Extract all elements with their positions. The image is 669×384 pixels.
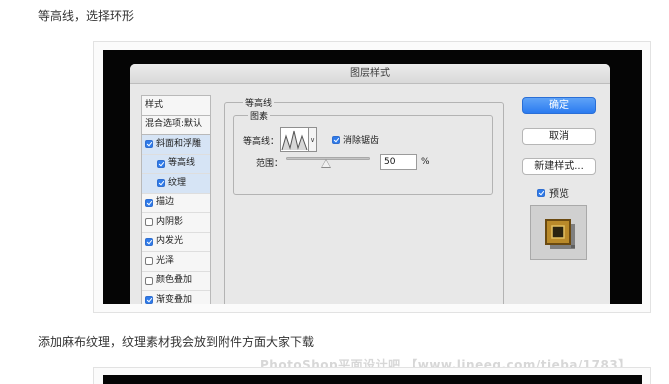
elements-subgroup — [233, 115, 493, 195]
style-checkbox[interactable] — [145, 257, 153, 266]
antialias-checkbox[interactable]: 消除锯齿 — [332, 133, 379, 146]
contour-group-title: 等高线 — [243, 96, 275, 109]
antialias-label: 消除锯齿 — [343, 136, 380, 146]
style-item[interactable]: 描边 — [142, 194, 210, 213]
range-slider-thumb-fill[interactable] — [322, 160, 330, 167]
style-item[interactable]: 渐变叠加 — [142, 291, 210, 304]
ok-button[interactable]: 确定 — [522, 97, 596, 114]
style-item[interactable]: 等高线 — [142, 154, 210, 174]
screenshot: 图层样式 样式 混合选项:默认 斜面和浮雕 等高线 纹理 描边 内阴影 内发光 光泽 颜色叠加 渐变… — [103, 50, 642, 304]
style-checkbox[interactable] — [145, 218, 153, 227]
style-checkbox[interactable] — [145, 198, 153, 207]
preview-check-icon[interactable] — [537, 188, 545, 197]
style-checkbox[interactable] — [157, 159, 165, 168]
style-checkbox[interactable] — [145, 140, 153, 149]
elements-subgroup-title: 图素 — [248, 109, 271, 122]
antialias-check-icon[interactable] — [332, 135, 340, 144]
intro-text: 等高线，选择环形 — [38, 9, 135, 23]
dialog-title: 图层样式 — [130, 64, 610, 84]
article-page: 等高线，选择环形 图层样式 样式 混合选项:默认 斜面和浮雕 等高线 纹理 描边 内阴影 内发… — [0, 0, 669, 384]
style-item-label: 颜色叠加 — [156, 275, 193, 286]
style-item-label: 样式 — [145, 99, 164, 110]
style-item-label: 内发光 — [156, 236, 184, 247]
style-item[interactable]: 光泽 — [142, 252, 210, 272]
chevron-down-icon[interactable]: ∨ — [309, 127, 317, 152]
style-checkbox[interactable] — [145, 276, 153, 285]
style-item[interactable]: 纹理 — [142, 174, 210, 194]
style-preview-thumbnail — [530, 205, 587, 260]
style-item[interactable]: 混合选项:默认 — [142, 116, 210, 135]
style-item[interactable]: 内发光 — [142, 233, 210, 252]
next-screenshot — [103, 375, 642, 384]
style-item-label: 斜面和浮雕 — [156, 138, 202, 149]
preview-checkbox[interactable]: 预览 — [537, 185, 569, 200]
outro-text: 添加麻布纹理，纹理素材我会放到附件方面大家下载 — [38, 335, 315, 349]
styles-list: 样式混合选项:默认斜面和浮雕等高线纹理描边内阴影内发光光泽颜色叠加渐变叠加 — [141, 95, 211, 304]
preview-image — [545, 219, 575, 249]
style-item[interactable]: 内阴影 — [142, 213, 210, 233]
contour-label: 等高线： — [243, 137, 280, 147]
preview-label: 预览 — [549, 189, 569, 200]
style-checkbox[interactable] — [145, 296, 153, 304]
style-item-label: 纹理 — [168, 177, 187, 188]
contour-picker[interactable] — [280, 127, 309, 152]
cancel-button[interactable]: 取消 — [522, 128, 596, 145]
style-item-label: 描边 — [156, 197, 175, 208]
ring-contour-icon — [281, 130, 308, 151]
style-item-label: 混合选项:默认 — [145, 119, 203, 130]
range-label: 范围： — [256, 159, 284, 169]
style-item-label: 渐变叠加 — [156, 294, 193, 304]
style-item-label: 光泽 — [156, 255, 175, 266]
new-style-button[interactable]: 新建样式... — [522, 158, 596, 175]
layer-style-dialog: 图层样式 样式 混合选项:默认 斜面和浮雕 等高线 纹理 描边 内阴影 内发光 光泽 颜色叠加 渐变… — [130, 64, 610, 304]
style-item[interactable]: 样式 — [142, 96, 210, 116]
range-unit: % — [421, 157, 430, 167]
style-item-label: 内阴影 — [156, 216, 184, 227]
style-checkbox[interactable] — [145, 237, 153, 246]
range-input[interactable]: 50 — [380, 154, 417, 170]
style-checkbox[interactable] — [157, 179, 165, 188]
style-item-label: 等高线 — [168, 158, 196, 169]
style-item[interactable]: 斜面和浮雕 — [142, 135, 210, 155]
style-item[interactable]: 颜色叠加 — [142, 272, 210, 291]
